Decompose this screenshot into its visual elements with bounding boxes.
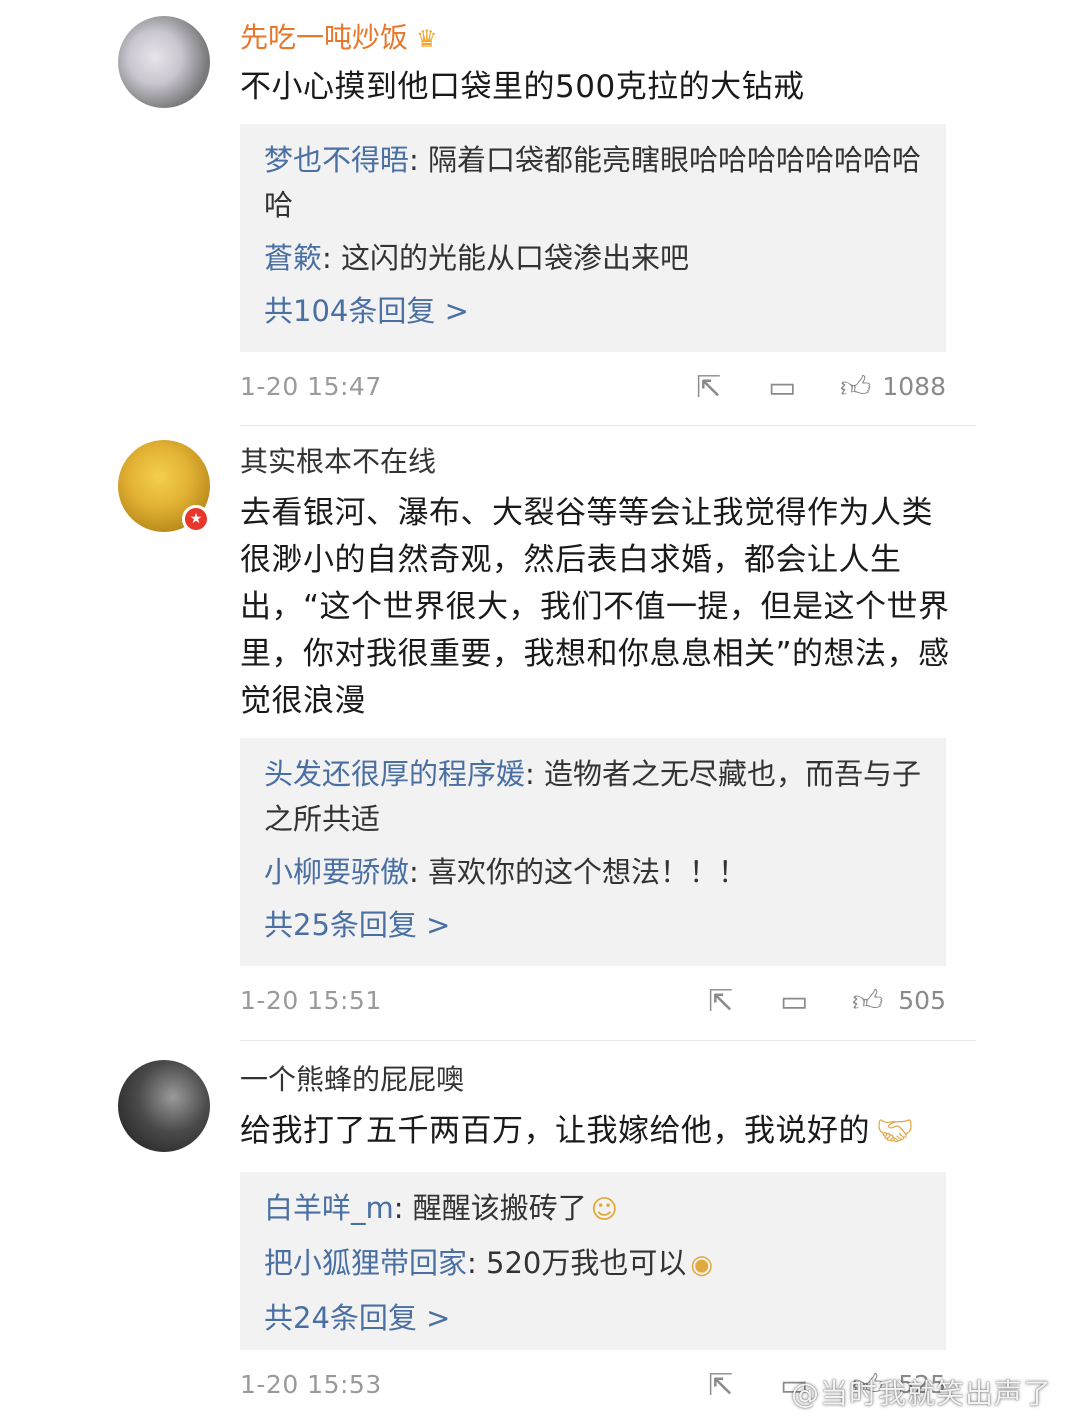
share-icon[interactable]: ⇱ (708, 1370, 733, 1402)
verified-badge-icon: ★ (182, 505, 210, 533)
watermark: @当时我就笑出声了 (790, 1377, 1052, 1410)
divider (240, 425, 976, 426)
username-text[interactable]: 先吃一吨炒饭 (240, 21, 408, 54)
reply-username[interactable]: 白羊咩_m (264, 1191, 394, 1225)
timestamp: 1-20 15:51 (240, 986, 382, 1015)
share-icon[interactable]: ⇱ (708, 986, 733, 1018)
reply-item[interactable]: 把小狐狸带回家: 520万我也可以 ◉ (264, 1241, 922, 1288)
reply-username[interactable]: 梦也不得晤 (264, 143, 409, 177)
avatar[interactable] (118, 1060, 210, 1152)
reply-box[interactable]: 白羊咩_m: 醒醒该搬砖了 ☺ 把小狐狸带回家: 520万我也可以 ◉ 共24条回复… (240, 1172, 946, 1350)
like-count[interactable]: 1088 (882, 372, 946, 401)
reply-item[interactable]: 小柳要骄傲: 喜欢你的这个想法！！！ (264, 850, 922, 895)
share-icon[interactable]: ⇱ (696, 372, 721, 404)
more-replies-link[interactable]: 共24条回复 > (264, 1296, 922, 1341)
reply-username[interactable]: 蒼簌 (264, 241, 322, 275)
like-icon[interactable]: 👍︎ (840, 372, 871, 404)
reply-text: : 520万我也可以 (467, 1246, 687, 1280)
handshake-emoji: 🤝︎ (876, 1114, 915, 1149)
comment-text: 不小心摸到他口袋里的500克拉的大钻戒 (240, 69, 805, 105)
comment-icon[interactable]: ▭ (768, 372, 796, 404)
reply-item[interactable]: 白羊咩_m: 醒醒该搬砖了 ☺ (264, 1186, 922, 1233)
crown-icon: ♛ (416, 25, 438, 53)
comment-meta: 1-20 15:47 ⇱ ▭ 👍︎ 1088 (240, 366, 946, 410)
reply-text: : 喜欢你的这个想法！！！ (409, 855, 748, 889)
avatar[interactable] (118, 16, 210, 108)
comment-username[interactable]: 先吃一吨炒饭 ♛ (240, 20, 438, 57)
reply-text: : 这闪的光能从口袋渗出来吧 (322, 241, 690, 275)
reply-item[interactable]: 梦也不得晤: 隔着口袋都能亮瞎眼哈哈哈哈哈哈哈哈哈 (264, 138, 922, 228)
timestamp: 1-20 15:53 (240, 1370, 382, 1399)
comment-text: 给我打了五千两百万，让我嫁给他，我说好的 🤝︎ (240, 1108, 950, 1155)
more-replies-link[interactable]: 共104条回复 > (264, 289, 922, 334)
reply-item[interactable]: 蒼簌: 这闪的光能从口袋渗出来吧 (264, 236, 922, 281)
reply-item[interactable]: 头发还很厚的程序媛: 造物者之无尽藏也，而吾与子之所共适 (264, 752, 922, 842)
comment-username[interactable]: 其实根本不在线 (240, 444, 436, 480)
shocked-emoji: ◉ (690, 1250, 714, 1280)
grin-emoji: ☺ (590, 1195, 618, 1225)
reply-username[interactable]: 头发还很厚的程序媛 (264, 757, 525, 791)
reply-username[interactable]: 小柳要骄傲 (264, 855, 409, 889)
divider (240, 1040, 976, 1041)
reply-text: : 醒醒该搬砖了 (393, 1191, 587, 1225)
like-icon[interactable]: 👍︎ (852, 986, 883, 1018)
comment-text: 去看银河、瀑布、大裂谷等等会让我觉得作为人类很渺小的自然奇观，然后表白求婚，都会… (240, 495, 950, 719)
comment-text-content: 给我打了五千两百万，让我嫁给他，我说好的 (240, 1113, 870, 1149)
comment-meta: 1-20 15:51 ⇱ ▭ 👍︎ 505 (240, 980, 946, 1024)
reply-box[interactable]: 头发还很厚的程序媛: 造物者之无尽藏也，而吾与子之所共适 小柳要骄傲: 喜欢你的… (240, 738, 946, 966)
reply-box[interactable]: 梦也不得晤: 隔着口袋都能亮瞎眼哈哈哈哈哈哈哈哈哈 蒼簌: 这闪的光能从口袋渗出… (240, 124, 946, 352)
more-replies-link[interactable]: 共25条回复 > (264, 903, 922, 948)
like-count[interactable]: 505 (898, 986, 946, 1015)
timestamp: 1-20 15:47 (240, 372, 382, 401)
reply-username[interactable]: 把小狐狸带回家 (264, 1246, 467, 1280)
comment-icon[interactable]: ▭ (780, 986, 808, 1018)
comment-username[interactable]: 一个熊蜂的屁屁噢 (240, 1062, 464, 1098)
